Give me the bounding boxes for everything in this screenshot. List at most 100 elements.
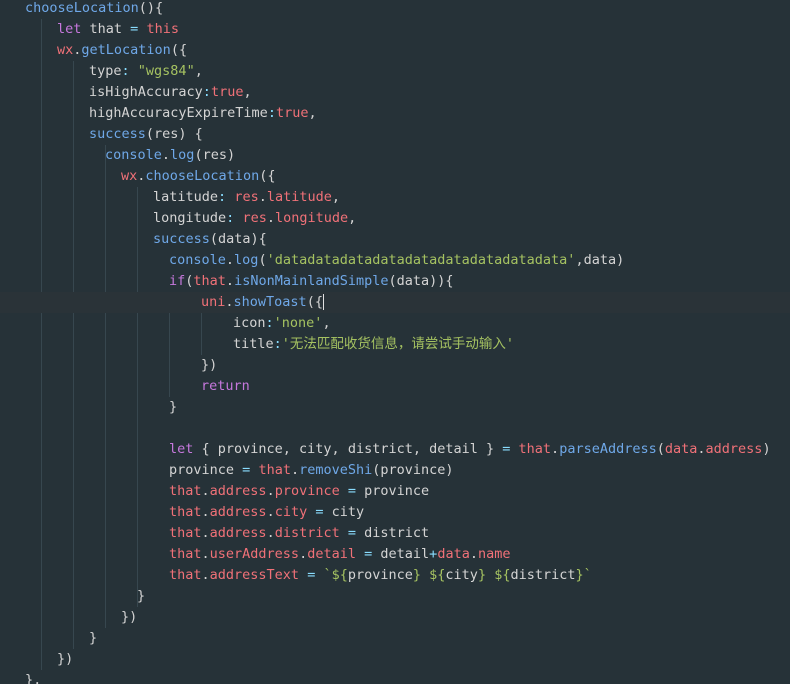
code-line[interactable]: title:'无法匹配收货信息，请尝试手动输入' (0, 334, 790, 355)
code-line[interactable]: } (0, 397, 790, 418)
code-line[interactable]: }) (0, 649, 790, 670)
code-token: (res) { (145, 126, 203, 142)
code-line[interactable]: return (0, 376, 790, 397)
code-token: , (243, 84, 252, 100)
code-text: that.userAddress.detail = detail+data.na… (169, 544, 510, 565)
code-line[interactable]: that.address.city = city (0, 502, 790, 523)
code-line[interactable]: wx.chooseLocation({ (0, 166, 790, 187)
code-text: longitude: res.longitude, (153, 208, 356, 229)
code-token: res (242, 210, 267, 226)
code-line[interactable]: icon:'none', (0, 313, 790, 334)
code-token: . (697, 441, 706, 457)
code-token: that (169, 546, 202, 562)
code-line[interactable] (0, 418, 790, 439)
code-line[interactable]: }) (0, 355, 790, 376)
code-line[interactable]: console.log(res) (0, 145, 790, 166)
code-token: . (225, 273, 235, 289)
code-line[interactable]: } (0, 586, 790, 607)
code-token: longitude (274, 210, 349, 226)
code-token: data (437, 546, 470, 562)
code-line[interactable]: that.address.district = district (0, 523, 790, 544)
code-token: district (274, 525, 340, 541)
code-token: : (121, 63, 130, 79)
code-line[interactable]: if(that.isNonMainlandSimple(data)){ (0, 271, 790, 292)
code-token: highAccuracyExpireTime (89, 105, 268, 121)
code-text: isHighAccuracy:true, (89, 82, 252, 103)
code-text: success(data){ (153, 229, 267, 250)
code-text: icon:'none', (233, 313, 331, 334)
code-token: addressText (209, 567, 300, 583)
code-line[interactable]: wx.getLocation({ (0, 40, 790, 61)
code-token: ({ (259, 168, 276, 184)
code-token: return (201, 378, 250, 394)
code-token: ({ (306, 294, 323, 310)
code-token: wx (57, 42, 74, 58)
code-text: } (89, 628, 97, 649)
code-line[interactable]: that.addressText = `${province} ${city} … (0, 565, 790, 586)
code-text: } (169, 397, 177, 418)
code-token: (res) (194, 147, 236, 163)
code-line[interactable]: that.address.province = province (0, 481, 790, 502)
code-text: console.log('datadatadatadatadatadatadat… (169, 250, 624, 271)
code-token: . (290, 462, 300, 478)
code-line[interactable]: console.log('datadatadatadatadatadatadat… (0, 250, 790, 271)
code-token: }) (57, 651, 74, 667)
code-token: "wgs84" (137, 63, 195, 79)
code-line[interactable]: success(res) { (0, 124, 790, 145)
code-token: , (194, 63, 203, 79)
code-token: res (234, 189, 259, 205)
code-line[interactable]: highAccuracyExpireTime:true, (0, 103, 790, 124)
code-token: ,data) (575, 252, 625, 268)
current-code-line[interactable]: uni.showToast({ (0, 292, 790, 313)
code-line[interactable]: longitude: res.longitude, (0, 208, 790, 229)
code-line[interactable]: }, (0, 670, 790, 684)
code-token: , (308, 105, 317, 121)
code-token: getLocation (81, 42, 171, 58)
code-token: }` (575, 567, 592, 583)
code-token: that (169, 525, 202, 541)
code-text: province = that.removeShi(province) (169, 460, 454, 481)
code-text: let { province, city, district, detail }… (169, 439, 771, 460)
code-token: name (477, 546, 511, 562)
code-token: ) (762, 441, 771, 457)
code-text: that.addressText = `${province} ${city} … (169, 565, 592, 586)
code-line[interactable]: } (0, 628, 790, 649)
code-line[interactable]: that.userAddress.detail = detail+data.na… (0, 544, 790, 565)
code-text: return (201, 376, 250, 397)
code-line[interactable]: chooseLocation(){ (0, 0, 790, 19)
code-token: district (510, 567, 576, 583)
code-token: , (322, 315, 331, 331)
code-token: address (209, 504, 267, 520)
code-line[interactable]: latitude: res.latitude, (0, 187, 790, 208)
code-line[interactable]: province = that.removeShi(province) (0, 460, 790, 481)
code-token: showToast (233, 294, 307, 310)
code-token: } (169, 399, 178, 415)
code-token: . (266, 483, 275, 499)
code-line[interactable]: type: "wgs84", (0, 61, 790, 82)
code-token: that (169, 504, 202, 520)
text-cursor (322, 294, 324, 310)
code-token: . (201, 546, 210, 562)
code-token: chooseLocation (25, 0, 139, 16)
code-token: let (57, 21, 82, 37)
code-line[interactable]: let that = this (0, 19, 790, 40)
code-token: (province) (372, 462, 454, 478)
code-token: userAddress (209, 546, 300, 562)
code-line[interactable]: }) (0, 607, 790, 628)
code-editor[interactable]: chooseLocation(){let that = this wx.getLo… (0, 0, 790, 684)
code-line[interactable]: isHighAccuracy:true, (0, 82, 790, 103)
code-line[interactable]: let { province, city, district, detail }… (0, 439, 790, 460)
code-token: latitude (266, 189, 332, 205)
code-token: address (209, 483, 267, 499)
code-line[interactable]: success(data){ (0, 229, 790, 250)
code-token: ( (656, 441, 665, 457)
code-token: uni (201, 294, 226, 310)
code-token: address (209, 525, 267, 541)
code-text: } (137, 586, 145, 607)
